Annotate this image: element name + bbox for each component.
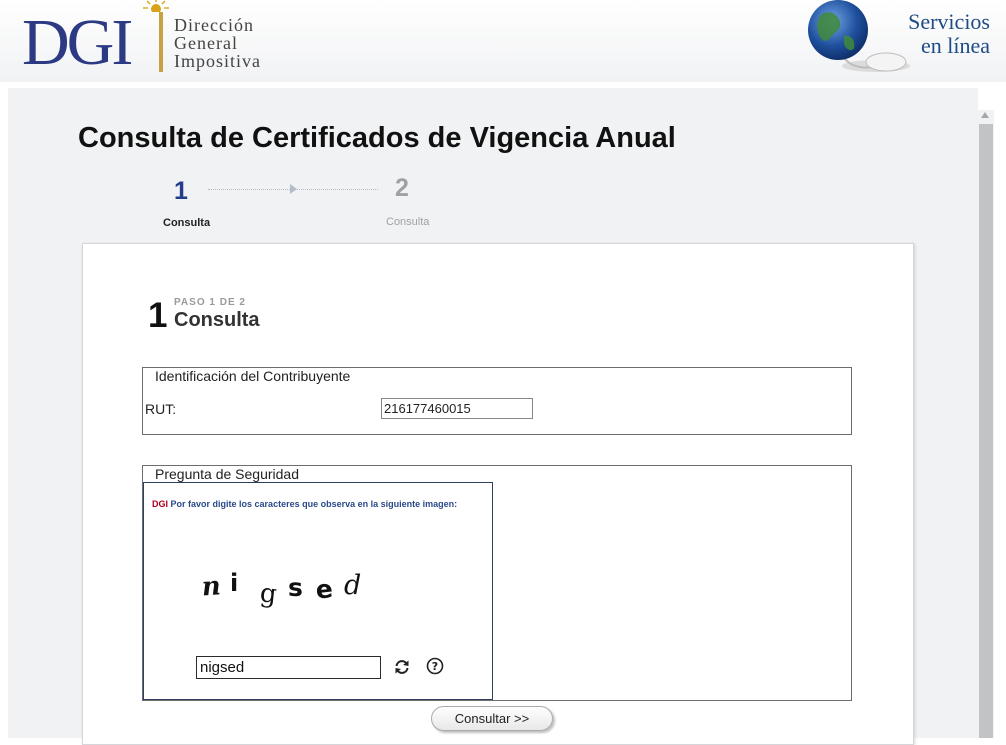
captcha-image: n i g s e d bbox=[201, 569, 362, 610]
captcha-char: e bbox=[314, 574, 334, 605]
paso-label: PASO 1 DE 2 bbox=[174, 297, 246, 308]
vertical-scrollbar[interactable] bbox=[978, 110, 994, 738]
help-icon[interactable]: ? bbox=[426, 657, 444, 675]
rut-label: RUT: bbox=[145, 401, 177, 417]
logo-name-line: General bbox=[174, 33, 238, 53]
logo-name-line: Impositiva bbox=[174, 51, 261, 71]
servicios-line: Servicios bbox=[908, 9, 990, 34]
captcha-char: i bbox=[230, 569, 238, 597]
logo-letters: DGI bbox=[22, 6, 133, 79]
seguridad-legend: Pregunta de Seguridad bbox=[152, 466, 302, 482]
captcha-instr-text: Por favor digite los caracteres que obse… bbox=[170, 499, 458, 509]
captcha-char: n bbox=[201, 571, 222, 602]
scrollbar-thumb[interactable] bbox=[979, 124, 993, 738]
logo-name-line: Dirección bbox=[174, 15, 254, 35]
sun-icon bbox=[143, 0, 169, 12]
current-step-number: 1 bbox=[148, 296, 168, 335]
servicios-en-linea-logo[interactable]: Servicios en línea bbox=[800, 0, 1000, 78]
consultar-button[interactable]: Consultar >> bbox=[431, 706, 553, 731]
scroll-up-arrow-icon[interactable] bbox=[981, 112, 989, 118]
identificacion-legend: Identificación del Contribuyente bbox=[152, 368, 354, 384]
svg-text:?: ? bbox=[432, 660, 438, 673]
page-title: Consulta de Certificados de Vigencia Anu… bbox=[78, 122, 676, 154]
step-1-number: 1 bbox=[174, 177, 188, 205]
captcha-char: g bbox=[259, 578, 279, 610]
captcha-char: d bbox=[344, 570, 361, 601]
rut-input[interactable] bbox=[381, 398, 533, 419]
servicios-line: en línea bbox=[920, 33, 990, 58]
captcha-instr-prefix: DGI bbox=[152, 499, 169, 509]
captcha-input[interactable] bbox=[196, 656, 381, 679]
captcha-char: s bbox=[288, 573, 303, 602]
step-2-number: 2 bbox=[395, 174, 409, 202]
logo-divider bbox=[159, 12, 163, 72]
step-arrow-icon bbox=[290, 184, 297, 194]
captcha-instructions: DGI Por favor digite los caracteres que … bbox=[147, 499, 477, 510]
logo-name: Dirección General Impositiva bbox=[174, 16, 261, 70]
step-title: Consulta bbox=[174, 309, 260, 331]
site-header: DGI Dirección General Impositiva Servici… bbox=[0, 0, 1006, 82]
refresh-icon[interactable] bbox=[393, 658, 411, 676]
step-2-label: Consulta bbox=[386, 216, 430, 228]
step-1-label: Consulta bbox=[163, 217, 211, 229]
dgi-logo[interactable]: DGI Dirección General Impositiva bbox=[22, 0, 282, 79]
servicios-text: Servicios en línea bbox=[880, 10, 990, 58]
